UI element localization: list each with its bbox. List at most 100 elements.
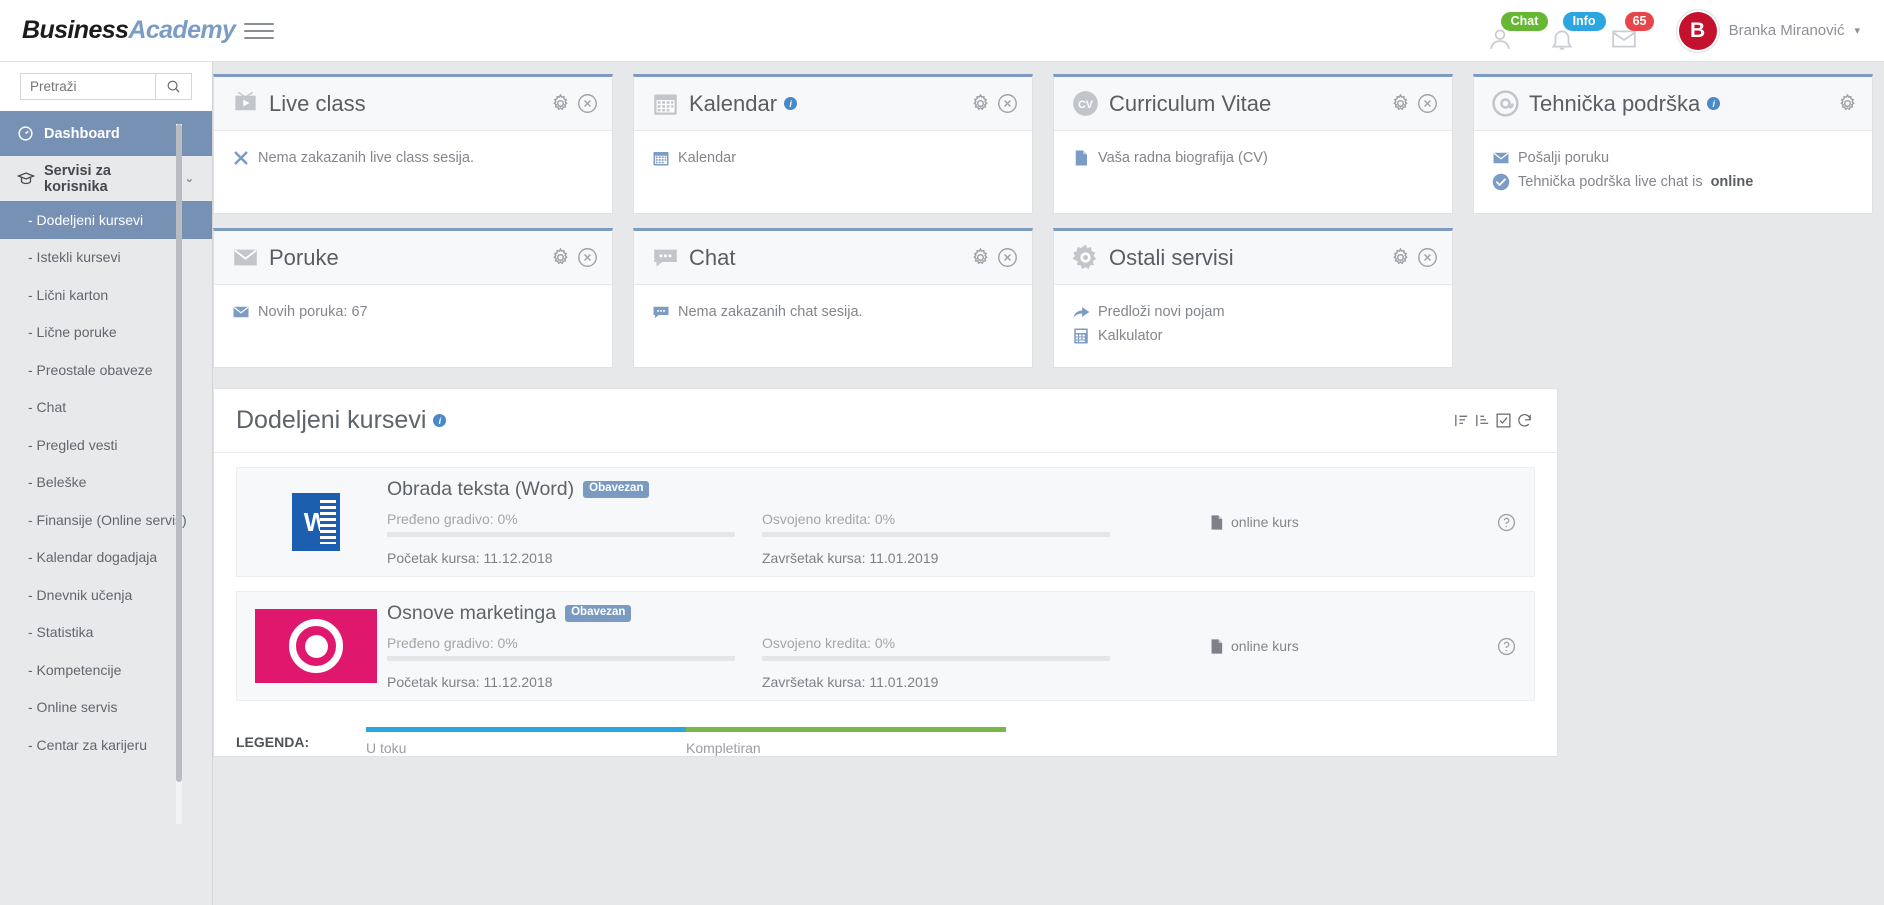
course-type[interactable]: online kurs — [1208, 638, 1468, 655]
sidebar-item-label: - Dodeljeni kursevi — [28, 211, 144, 228]
checkbox-icon[interactable] — [1495, 412, 1512, 429]
course-row[interactable]: Osnove marketinga Obavezan Pređeno gradivo… — [236, 591, 1535, 701]
close-icon[interactable] — [997, 247, 1018, 268]
chevron-down-icon[interactable]: ⌄ — [185, 172, 194, 185]
arrow-share-icon — [1072, 303, 1090, 321]
widget-card-2: CV Curriculum Vitae Vaša radna biografija … — [1053, 74, 1453, 214]
hamburger-icon[interactable] — [244, 18, 274, 44]
top-bar: BusinessAcademy Chat Info 65 B Branka Mi… — [0, 0, 1884, 62]
card-link[interactable]: Novih poruka: 67 — [232, 301, 594, 323]
card-body: Novih poruka: 67 — [214, 285, 612, 343]
refresh-icon[interactable] — [1516, 412, 1533, 429]
gear-icon[interactable] — [550, 93, 571, 114]
metric-progress: Pređeno gradivo: 0% — [387, 635, 762, 661]
card-link[interactable]: Predloži novi pojam — [1072, 301, 1434, 323]
sidebar-scrollbar-thumb[interactable] — [176, 124, 182, 782]
info-icon[interactable]: i — [1707, 97, 1721, 110]
card-actions — [1390, 247, 1438, 268]
close-icon[interactable] — [577, 247, 598, 268]
question-mark-icon[interactable] — [1497, 513, 1516, 532]
page-title: Dodeljeni kursevi — [236, 406, 427, 434]
close-icon[interactable] — [1417, 93, 1438, 114]
widget-card-0: Live class Nema zakazanih live class sesi… — [213, 74, 613, 214]
card-link[interactable]: Nema zakazanih chat sesija. — [652, 301, 1014, 323]
legend-item: U toku — [366, 727, 686, 756]
course-row[interactable]: W Obrada teksta (Word) Obavezan Pređeno gra… — [236, 467, 1535, 577]
course-title-row: Obrada teksta (Word) Obavezan — [387, 478, 1208, 501]
gear-icon[interactable] — [550, 247, 571, 268]
panel-header: Dodeljeni kursevi i — [214, 389, 1557, 453]
question-mark-icon[interactable] — [1497, 637, 1516, 656]
end-date: Završetak kursa: 11.01.2019 — [762, 550, 939, 566]
close-icon[interactable] — [997, 93, 1018, 114]
status-badge: Obavezan — [565, 605, 632, 622]
course-type-label: online kurs — [1231, 638, 1299, 654]
course-title-row: Osnove marketinga Obavezan — [387, 602, 1208, 625]
gear-icon[interactable] — [1390, 93, 1411, 114]
messages-notification[interactable]: 65 — [1609, 8, 1671, 54]
card-header: Tehnička podrška i — [1474, 77, 1872, 131]
chat-bubble-icon — [652, 303, 670, 321]
gear-icon[interactable] — [1390, 247, 1411, 268]
sort-numeric-icon[interactable] — [1453, 412, 1470, 429]
legend-text: Kompletiran — [686, 740, 761, 756]
progress-bar — [387, 532, 735, 537]
sidebar-scrollbar-track[interactable] — [176, 124, 182, 824]
widget-row-2: Poruke Novih poruka: 67 Chat Nema zakazanih… — [213, 214, 1884, 368]
card-link[interactable]: Tehnička podrška live chat is online — [1492, 171, 1854, 193]
info-icon[interactable]: i — [784, 97, 798, 110]
widget-card-5: Chat Nema zakazanih chat sesija. — [633, 228, 1033, 368]
course-type-label: online kurs — [1231, 514, 1299, 530]
search-icon — [167, 80, 180, 93]
course-details: Osnove marketinga Obavezan Pređeno gradivo… — [377, 602, 1208, 690]
search-box[interactable] — [20, 73, 192, 100]
card-line-text: Nema zakazanih chat sesija. — [678, 304, 863, 320]
sort-alpha-icon[interactable] — [1474, 412, 1491, 429]
gear-icon[interactable] — [970, 247, 991, 268]
info-notification[interactable]: Info — [1547, 8, 1609, 54]
dashboard-icon — [17, 125, 35, 143]
card-title: Ostali servisi — [1109, 244, 1234, 270]
close-icon[interactable] — [577, 93, 598, 114]
gear-icon[interactable] — [970, 93, 991, 114]
card-body: Kalendar — [634, 131, 1032, 189]
start-date: Početak kursa: 11.12.2018 — [387, 674, 553, 690]
gear-icon[interactable] — [1837, 93, 1858, 114]
card-line-text: Pošalji poruku — [1518, 150, 1610, 166]
course-details: Obrada teksta (Word) Obavezan Pređeno grad… — [377, 478, 1208, 566]
legend-bar-completed — [686, 727, 1006, 732]
chat-notification[interactable]: Chat — [1485, 8, 1549, 54]
chevron-down-icon[interactable]: ▾ — [1854, 24, 1860, 37]
legend-bar-in-progress — [366, 727, 686, 732]
search-input[interactable] — [21, 74, 155, 99]
close-icon[interactable] — [1417, 247, 1438, 268]
app-logo[interactable]: BusinessAcademy — [0, 16, 236, 45]
card-line-text: Kalendar — [678, 150, 737, 166]
course-help[interactable] — [1468, 513, 1516, 532]
card-link[interactable]: Kalendar — [652, 147, 1014, 169]
sidebar-group-label: Servisi za korisnika — [44, 162, 111, 195]
marketing-icon — [255, 609, 377, 683]
card-link[interactable]: Vaša radna biografija (CV) — [1072, 147, 1434, 169]
card-link[interactable]: Nema zakazanih live class sesija. — [232, 147, 594, 169]
info-icon[interactable]: i — [433, 414, 447, 427]
card-link[interactable]: Pošalji poruku — [1492, 147, 1854, 169]
course-help[interactable] — [1468, 637, 1516, 656]
calendar-icon — [652, 90, 679, 117]
gear-icon — [1072, 244, 1099, 271]
sidebar-item-label: - Chat — [28, 399, 67, 416]
sidebar-search-area — [0, 62, 212, 111]
calendar-icon — [652, 149, 670, 167]
widget-card-3: Tehnička podrška i Pošalji poruku Tehnička … — [1473, 74, 1873, 214]
sidebar-item-label: - Kalendar dogadjaja — [28, 549, 158, 566]
svg-text:CV: CV — [1078, 99, 1094, 111]
card-header: Kalendar i — [634, 77, 1032, 131]
course-type[interactable]: online kurs — [1208, 514, 1468, 531]
legend-label: LEGENDA: — [236, 733, 310, 750]
card-link[interactable]: Kalkulator — [1072, 325, 1434, 347]
card-title: Chat — [689, 244, 736, 270]
search-button[interactable] — [155, 74, 191, 99]
widget-card-6: Ostali servisi Predloži novi pojam Kalkula… — [1053, 228, 1453, 368]
avatar[interactable]: B — [1678, 11, 1717, 50]
card-body: Pošalji poruku Tehnička podrška live chat… — [1474, 131, 1872, 213]
